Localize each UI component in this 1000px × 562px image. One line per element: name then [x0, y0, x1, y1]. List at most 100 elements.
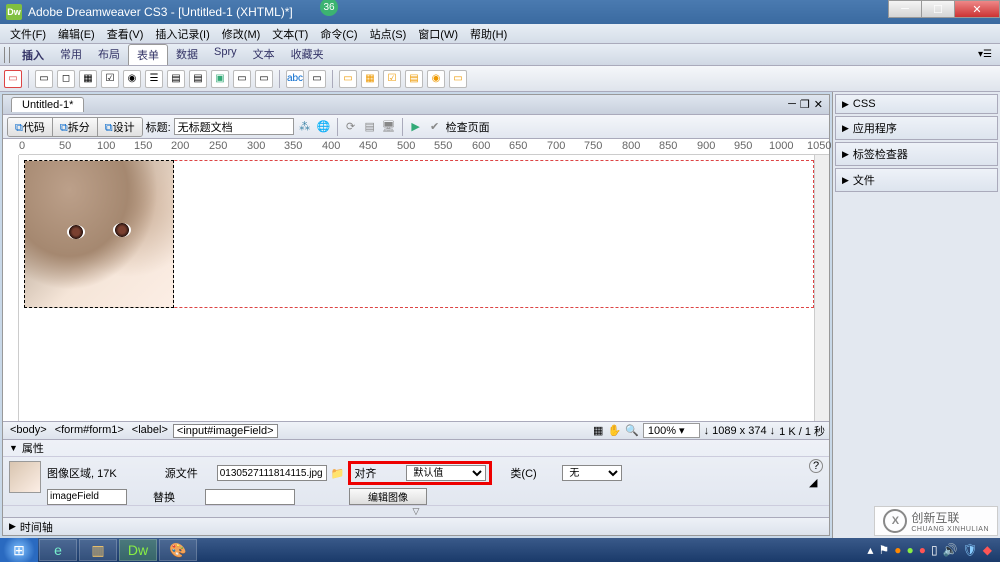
tray-g-icon[interactable]: ◆ — [983, 543, 992, 557]
vertical-scrollbar[interactable] — [814, 155, 829, 421]
spry3-icon[interactable]: ☑ — [383, 70, 401, 88]
image-field-selected[interactable] — [24, 160, 174, 308]
menu-help[interactable]: 帮助(H) — [464, 26, 513, 42]
file-icon[interactable]: ▭ — [233, 70, 251, 88]
view-split-button[interactable]: ⧉拆分 — [53, 118, 98, 136]
panel-files[interactable]: ▶文件 — [835, 168, 998, 192]
name-input[interactable] — [47, 489, 127, 505]
tag-form[interactable]: <form#form1> — [52, 424, 127, 438]
close-button[interactable]: ✕ — [954, 0, 1000, 18]
tray-up-icon[interactable]: ▴ — [867, 543, 873, 557]
check-page-label[interactable]: 检查页面 — [446, 119, 490, 135]
properties-header[interactable]: ▼ 属性 — [3, 440, 829, 457]
maximize-button[interactable]: ☐ — [921, 0, 955, 18]
menu-modify[interactable]: 修改(M) — [216, 26, 267, 42]
timeline-collapse-icon[interactable]: ▶ — [9, 521, 16, 532]
tray-vol-icon[interactable]: 🔊 — [943, 543, 958, 557]
visual-icon[interactable]: ▶ — [408, 119, 424, 135]
file-mgmt-icon[interactable]: ▤ — [362, 119, 378, 135]
doc-close-icon[interactable]: ✕ — [814, 98, 823, 111]
menu-window[interactable]: 窗口(W) — [412, 26, 464, 42]
tray-safe-icon[interactable]: 🛡 — [963, 543, 978, 557]
list-icon[interactable]: ▤ — [167, 70, 185, 88]
timeline-panel[interactable]: ▶ 时间轴 — [3, 517, 829, 535]
start-button[interactable]: ⊞ — [0, 538, 38, 562]
notification-badge[interactable]: 36 — [320, 0, 338, 16]
menu-site[interactable]: 站点(S) — [364, 26, 413, 42]
menu-insert[interactable]: 插入记录(I) — [149, 26, 215, 42]
insert-tab-common[interactable]: 常用 — [52, 44, 90, 65]
textfield-icon[interactable]: ▭ — [35, 70, 53, 88]
collapse-icon[interactable]: ▼ — [9, 443, 18, 453]
edit-image-button[interactable]: 编辑图像 — [349, 488, 427, 505]
tray-c-icon[interactable]: ● — [919, 543, 926, 557]
zoom-select[interactable]: 100% ▾ — [643, 423, 700, 438]
spry5-icon[interactable]: ◉ — [427, 70, 445, 88]
menu-text[interactable]: 文本(T) — [266, 26, 314, 42]
folder-icon[interactable]: 📁 — [331, 467, 345, 480]
menu-file[interactable]: 文件(F) — [4, 26, 52, 42]
quick-tag-icon[interactable]: ◢ — [809, 476, 823, 489]
tray-flag-icon[interactable]: ⚑ — [878, 543, 889, 557]
help-icon[interactable]: ? — [809, 459, 823, 473]
button-icon[interactable]: ▭ — [255, 70, 273, 88]
design-canvas[interactable] — [3, 155, 829, 421]
fieldset-icon[interactable]: ▭ — [308, 70, 326, 88]
spry4-icon[interactable]: ▤ — [405, 70, 423, 88]
insert-tab-fav[interactable]: 收藏夹 — [283, 44, 332, 65]
insert-tab-layout[interactable]: 布局 — [90, 44, 128, 65]
checkbox-icon[interactable]: ☑ — [101, 70, 119, 88]
view-code-button[interactable]: ⧉代码 — [8, 118, 53, 136]
insert-tab-spry[interactable]: Spry — [206, 44, 245, 65]
src-input[interactable] — [217, 465, 327, 481]
menu-view[interactable]: 查看(V) — [101, 26, 150, 42]
insert-tab-forms[interactable]: 表单 — [128, 44, 168, 65]
alt-input[interactable] — [205, 489, 295, 505]
spry2-icon[interactable]: ▦ — [361, 70, 379, 88]
ut-icon[interactable]: ⁂ — [297, 119, 313, 135]
task-ie-icon[interactable]: e — [39, 539, 77, 561]
jump-icon[interactable]: ▤ — [189, 70, 207, 88]
menu-commands[interactable]: 命令(C) — [314, 26, 363, 42]
menu-edit[interactable]: 编辑(E) — [52, 26, 101, 42]
task-explorer-icon[interactable]: ▥ — [79, 539, 117, 561]
view-design-button[interactable]: ⧉设计 — [98, 118, 142, 136]
doc-restore-icon[interactable]: ❐ — [800, 98, 810, 111]
class-select[interactable]: 无 — [562, 465, 622, 481]
tag-label[interactable]: <label> — [129, 424, 171, 438]
insert-tab-data[interactable]: 数据 — [168, 44, 206, 65]
hidden-icon[interactable]: ◻ — [57, 70, 75, 88]
panel-css[interactable]: ▶CSS — [835, 94, 998, 114]
radiogroup-icon[interactable]: ☰ — [145, 70, 163, 88]
validate-icon[interactable]: ✔ — [427, 119, 443, 135]
drag-handle-icon[interactable] — [4, 47, 10, 63]
textarea-icon[interactable]: ▦ — [79, 70, 97, 88]
globe-icon[interactable]: 🌐 — [316, 119, 332, 135]
task-paint-icon[interactable]: 🎨 — [159, 539, 197, 561]
title-input[interactable] — [174, 118, 294, 135]
zoom-tool-icon[interactable]: 🔍 — [625, 424, 639, 437]
hand-tool-icon[interactable]: ✋ — [607, 424, 621, 437]
label-icon[interactable]: abc — [286, 70, 304, 88]
select-tool-icon[interactable]: ▦ — [593, 424, 603, 437]
tray-b-icon[interactable]: ● — [906, 543, 913, 557]
insert-tab-text[interactable]: 文本 — [245, 44, 283, 65]
refresh-icon[interactable]: ⟳ — [343, 119, 359, 135]
doc-minimize-icon[interactable]: ─ — [788, 98, 796, 111]
tag-input[interactable]: <input#imageField> — [173, 424, 278, 438]
panel-tag-inspector[interactable]: ▶标签检查器 — [835, 142, 998, 166]
insert-menu-icon[interactable]: ▾☰ — [978, 49, 992, 60]
form-icon[interactable]: ▭ — [4, 70, 22, 88]
spry6-icon[interactable]: ▭ — [449, 70, 467, 88]
panel-app[interactable]: ▶应用程序 — [835, 116, 998, 140]
tray-net-icon[interactable]: ▯ — [931, 543, 938, 557]
image-icon[interactable]: ▣ — [211, 70, 229, 88]
preview-icon[interactable]: 🖥 — [381, 119, 397, 135]
minimize-button[interactable]: ─ — [888, 0, 922, 18]
document-tab[interactable]: Untitled-1* — [11, 97, 84, 112]
spry1-icon[interactable]: ▭ — [339, 70, 357, 88]
radio-icon[interactable]: ◉ — [123, 70, 141, 88]
align-select[interactable]: 默认值 — [406, 465, 486, 481]
tag-body[interactable]: <body> — [7, 424, 50, 438]
tray-a-icon[interactable]: ● — [894, 543, 901, 557]
